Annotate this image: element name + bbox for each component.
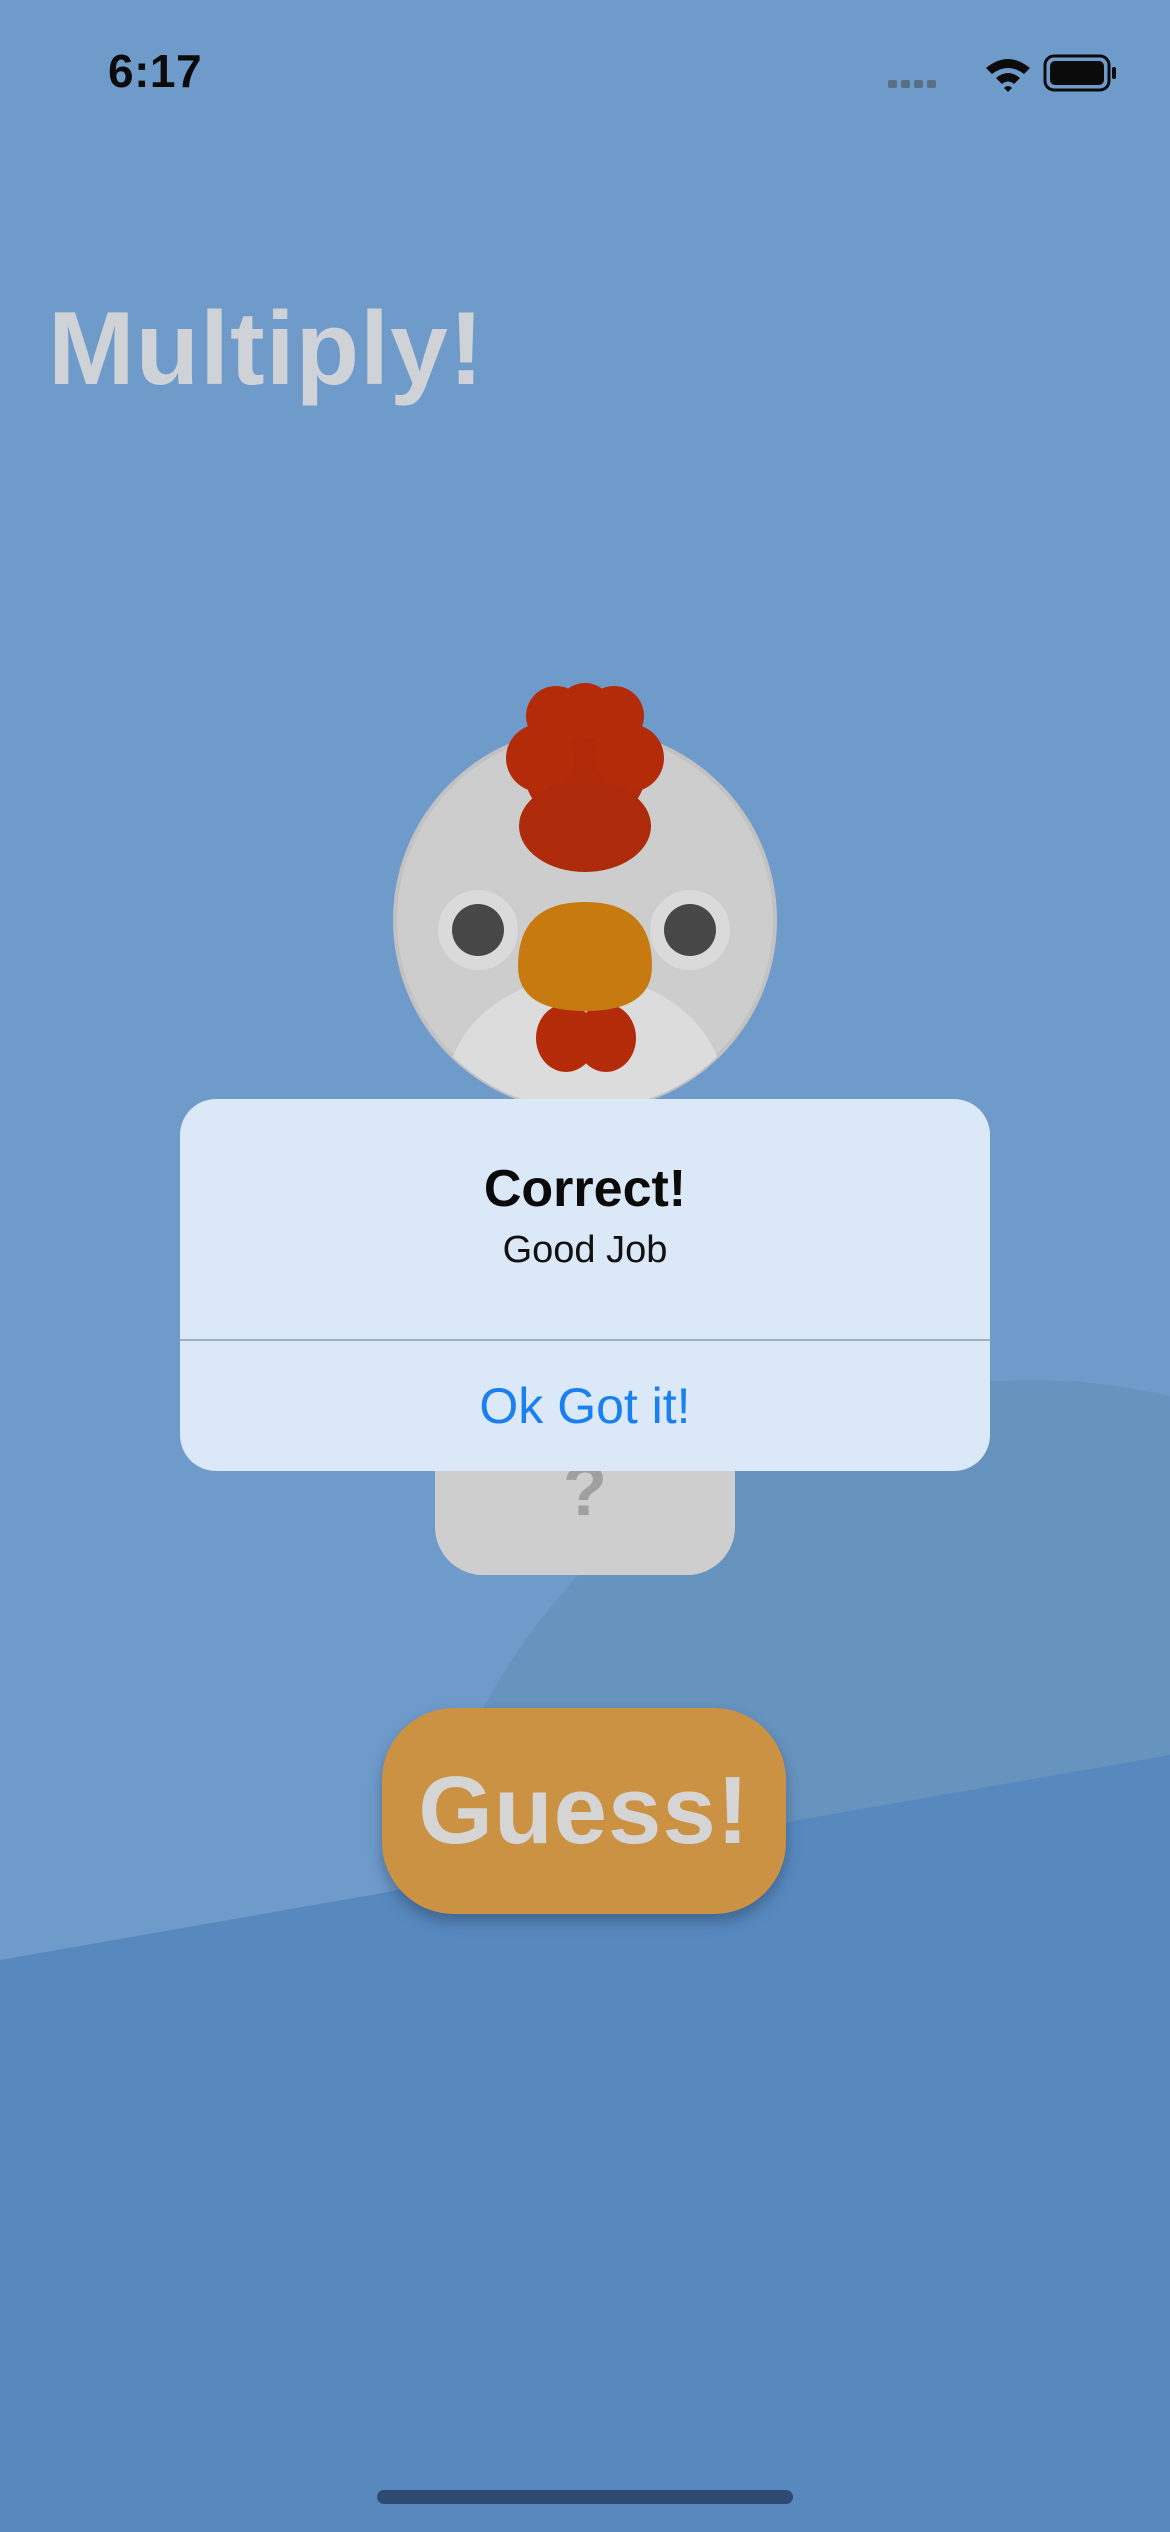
home-indicator[interactable] bbox=[377, 2490, 793, 2504]
status-time: 6:17 bbox=[108, 45, 203, 97]
guess-button[interactable]: Guess! bbox=[382, 1708, 786, 1914]
app-screen: 6:17 Multiply! ? Guess! Correct! Good Jo… bbox=[0, 0, 1170, 2532]
wifi-icon bbox=[986, 59, 1030, 92]
status-icons bbox=[888, 54, 1116, 92]
ok-button[interactable]: Ok Got it! bbox=[180, 1341, 990, 1471]
correct-alert: Correct! Good Job Ok Got it! bbox=[180, 1099, 990, 1471]
page-title: Multiply! bbox=[48, 291, 485, 407]
battery-icon bbox=[1043, 54, 1116, 92]
cellular-signal-icon bbox=[888, 80, 936, 88]
alert-title: Correct! bbox=[483, 1160, 687, 1218]
alert-message: Good Job bbox=[502, 1229, 668, 1271]
chicken-icon bbox=[393, 683, 777, 1110]
